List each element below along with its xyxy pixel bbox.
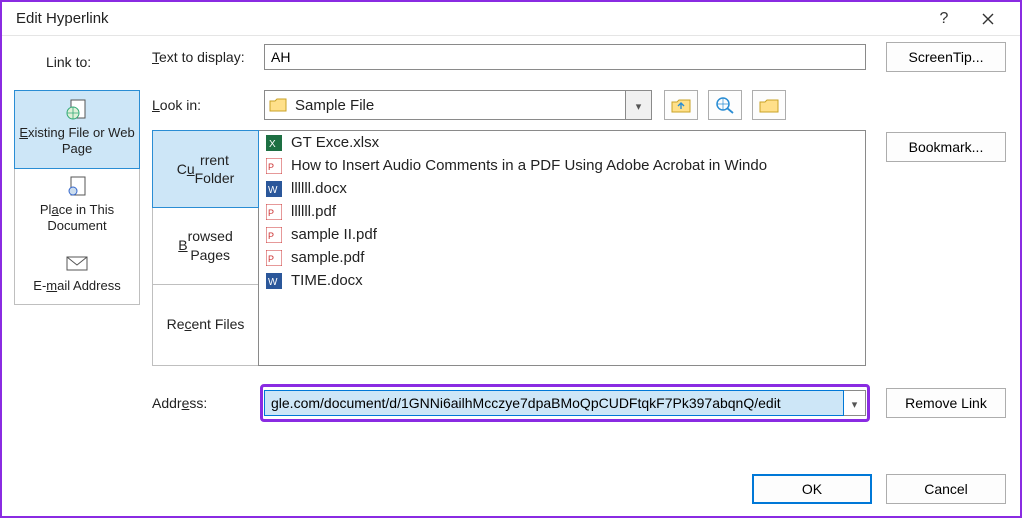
remove-link-button[interactable]: Remove Link xyxy=(886,388,1006,418)
file-name: How to Insert Audio Comments in a PDF Us… xyxy=(291,157,767,174)
up-folder-button[interactable] xyxy=(664,90,698,120)
list-item[interactable]: P sample II.pdf xyxy=(259,223,865,246)
file-list[interactable]: X GT Exce.xlsx P How to Insert Audio Com… xyxy=(258,130,866,366)
sidebar-item-email[interactable]: E-mail Address xyxy=(15,244,139,304)
text-to-display-input[interactable] xyxy=(264,44,866,70)
sidebar-item-existing-file[interactable]: Existing File or Web Page xyxy=(14,90,140,169)
list-item[interactable]: W TIME.docx xyxy=(259,269,865,292)
titlebar: Edit Hyperlink ? xyxy=(2,2,1020,36)
globe-page-icon xyxy=(63,99,91,121)
list-item[interactable]: P llllll.pdf xyxy=(259,200,865,223)
browse-web-icon xyxy=(715,96,735,114)
xlsx-icon: X xyxy=(265,135,283,151)
file-name: llllll.pdf xyxy=(291,203,336,220)
link-to-sidebar: Existing File or Web Page Place in This … xyxy=(14,90,140,305)
tab-recent-files[interactable]: Recent Files xyxy=(153,285,258,363)
docx-icon: W xyxy=(265,181,283,197)
svg-text:X: X xyxy=(269,139,276,150)
docx-icon: W xyxy=(265,273,283,289)
pdf-icon: P xyxy=(265,158,283,174)
text-to-display-label: Text to display: xyxy=(152,49,264,65)
sidebar-item-label: E-mail Address xyxy=(33,278,120,293)
screentip-button[interactable]: ScreenTip... xyxy=(886,42,1006,72)
svg-text:W: W xyxy=(268,185,278,196)
address-input[interactable] xyxy=(264,390,844,416)
chevron-down-icon xyxy=(852,395,858,411)
list-item[interactable]: P sample.pdf xyxy=(259,246,865,269)
file-name: TIME.docx xyxy=(291,272,363,289)
svg-text:P: P xyxy=(268,254,274,264)
pdf-icon: P xyxy=(265,227,283,243)
browse-tabs: CurrentFolder BrowsedPages Recent Files xyxy=(152,130,258,366)
sidebar-item-label: Existing File or Web Page xyxy=(19,125,134,156)
pdf-icon: P xyxy=(265,204,283,220)
browse-file-button[interactable] xyxy=(752,90,786,120)
address-label: Address: xyxy=(152,395,264,411)
svg-text:P: P xyxy=(268,162,274,172)
document-target-icon xyxy=(65,176,89,198)
file-name: llllll.docx xyxy=(291,180,347,197)
close-button[interactable] xyxy=(966,2,1010,36)
sidebar-item-place-in-doc[interactable]: Place in This Document xyxy=(15,168,139,245)
close-icon xyxy=(982,13,994,25)
ok-button[interactable]: OK xyxy=(752,474,872,504)
folder-up-icon xyxy=(671,97,691,113)
email-icon xyxy=(65,252,89,274)
look-in-combo[interactable]: Sample File xyxy=(264,90,652,120)
look-in-dropdown[interactable] xyxy=(625,91,651,119)
svg-text:P: P xyxy=(268,208,274,218)
file-name: GT Exce.xlsx xyxy=(291,134,379,151)
pdf-icon: P xyxy=(265,250,283,266)
tab-browsed-pages[interactable]: BrowsedPages xyxy=(153,207,258,285)
bookmark-button[interactable]: Bookmark... xyxy=(886,132,1006,162)
svg-text:P: P xyxy=(268,231,274,241)
list-item[interactable]: P How to Insert Audio Comments in a PDF … xyxy=(259,154,865,177)
file-name: sample II.pdf xyxy=(291,226,377,243)
help-button[interactable]: ? xyxy=(922,2,966,36)
tab-current-folder[interactable]: CurrentFolder xyxy=(152,130,259,208)
address-dropdown[interactable] xyxy=(844,390,866,416)
chevron-down-icon xyxy=(636,97,642,113)
cancel-button[interactable]: Cancel xyxy=(886,474,1006,504)
list-item[interactable]: X GT Exce.xlsx xyxy=(259,131,865,154)
window-title: Edit Hyperlink xyxy=(12,10,922,27)
edit-hyperlink-dialog: Edit Hyperlink ? Link to: Existing File … xyxy=(0,0,1022,518)
folder-open-icon xyxy=(759,97,779,113)
folder-icon xyxy=(265,98,291,112)
file-name: sample.pdf xyxy=(291,249,364,266)
svg-text:W: W xyxy=(268,277,278,288)
look-in-label: Look in: xyxy=(152,97,264,113)
browse-web-button[interactable] xyxy=(708,90,742,120)
look-in-value: Sample File xyxy=(291,97,625,114)
sidebar-item-label: Place in This Document xyxy=(40,202,114,233)
list-item[interactable]: W llllll.docx xyxy=(259,177,865,200)
